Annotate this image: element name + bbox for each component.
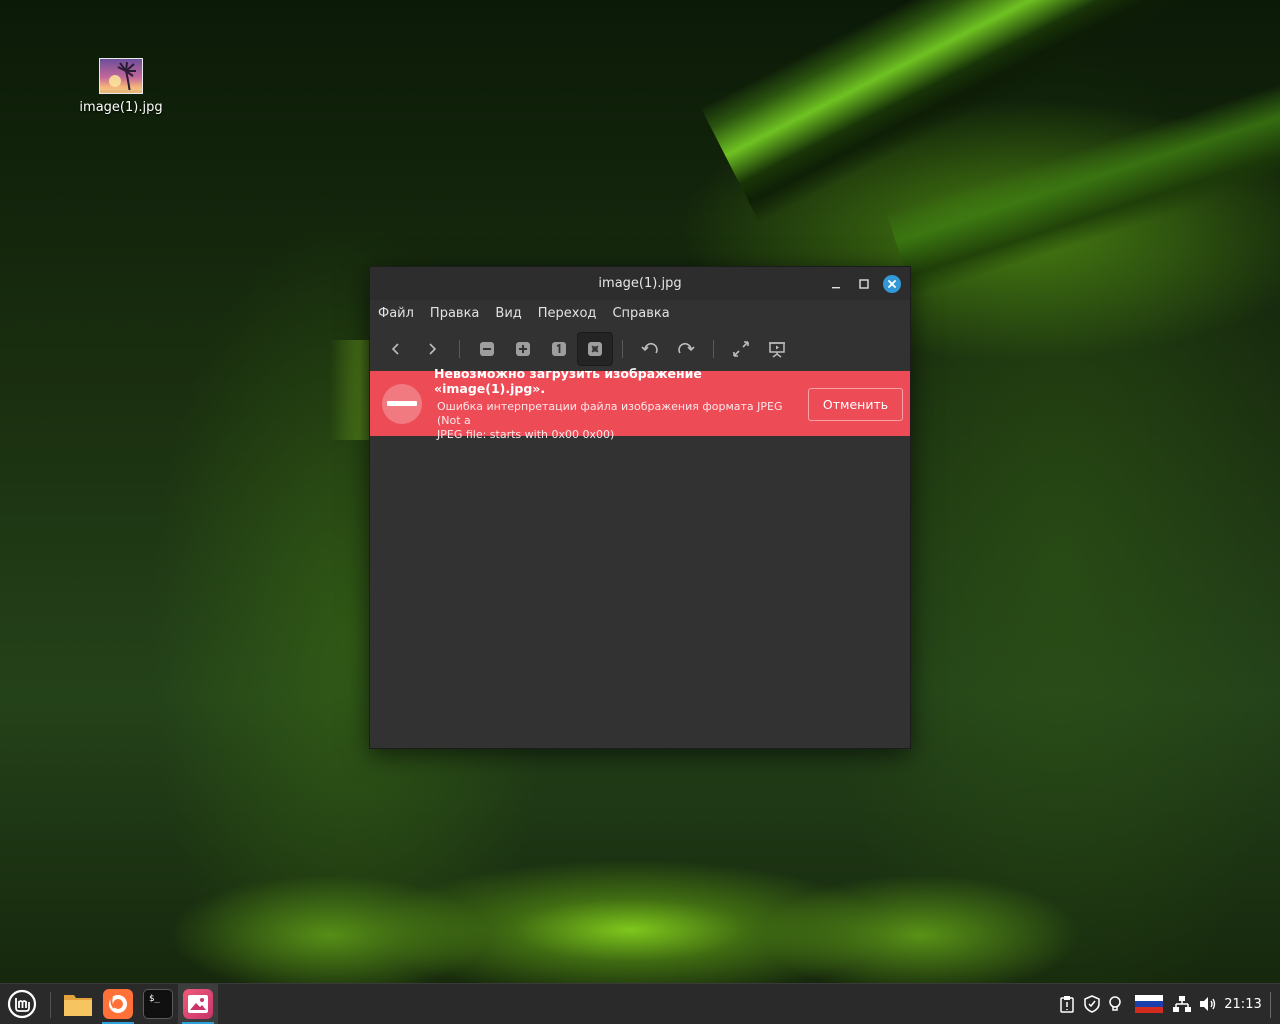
image-canvas[interactable] (370, 436, 910, 748)
network-icon (1173, 996, 1191, 1012)
russian-flag-icon (1135, 995, 1163, 1013)
image-thumbnail-icon (99, 58, 143, 94)
taskbar: $_ 21:13 (0, 983, 1280, 1024)
chevron-right-icon (429, 343, 437, 355)
fullscreen-button[interactable] (723, 332, 759, 366)
error-detail-line1: Ошибка интерпретации файла изображения ф… (437, 399, 783, 427)
show-desktop-button[interactable] (1270, 992, 1271, 1018)
files-icon (64, 995, 92, 1016)
error-infobar: Невозможно загрузить изображение «image(… (370, 366, 910, 441)
menu-help[interactable]: Справка (612, 306, 669, 321)
menu-file[interactable]: Файл (378, 306, 414, 321)
fullscreen-icon (733, 341, 749, 357)
terminal-icon: $_ (149, 994, 160, 1004)
rotate-left-icon (641, 343, 658, 354)
window-titlebar[interactable]: image(1).jpg (370, 267, 910, 300)
firefox-icon (109, 995, 127, 1013)
maximize-button[interactable] (854, 274, 874, 294)
zoom-in-icon (516, 342, 530, 356)
error-icon (382, 383, 422, 424)
mint-logo-icon (7, 989, 37, 1019)
best-fit-button[interactable] (577, 332, 613, 366)
toolbar-separator (459, 340, 460, 358)
tray-network[interactable] (1171, 984, 1193, 1024)
desktop-icon-image-file[interactable]: image(1).jpg (76, 58, 166, 115)
taskbar-image-viewer[interactable] (178, 984, 218, 1024)
image-viewer-icon (188, 995, 208, 1013)
toolbar (370, 327, 910, 371)
toolbar-separator (622, 340, 623, 358)
cancel-button[interactable]: Отменить (808, 388, 903, 421)
zoom-in-button[interactable] (505, 332, 541, 366)
tray-clipboard[interactable] (1057, 984, 1077, 1024)
clipboard-icon (1060, 996, 1074, 1013)
error-title: Невозможно загрузить изображение «image(… (434, 365, 702, 396)
window-title: image(1).jpg (598, 276, 682, 291)
taskbar-files[interactable] (58, 984, 98, 1024)
shield-icon (1084, 995, 1100, 1013)
zoom-normal-button[interactable] (541, 332, 577, 366)
menu-button[interactable] (2, 984, 42, 1024)
toolbar-separator (713, 340, 714, 358)
close-button[interactable] (882, 274, 902, 294)
taskbar-terminal[interactable]: $_ (138, 984, 178, 1024)
menubar: Файл Правка Вид Переход Справка (370, 300, 910, 327)
lightbulb-icon (1109, 996, 1121, 1011)
minimize-icon (832, 287, 840, 289)
slideshow-icon (769, 342, 785, 358)
zoom-out-button[interactable] (469, 332, 505, 366)
volume-icon (1200, 997, 1216, 1011)
zoom-out-icon (480, 342, 494, 356)
previous-button[interactable] (378, 332, 414, 366)
menu-edit[interactable]: Правка (430, 306, 479, 321)
menu-view[interactable]: Вид (495, 306, 521, 321)
rotate-right-button[interactable] (668, 332, 704, 366)
chevron-left-icon (391, 343, 399, 355)
tray-update-shield[interactable] (1081, 984, 1103, 1024)
clock-time: 21:13 (1224, 996, 1262, 1012)
rotate-left-button[interactable] (632, 332, 668, 366)
minimize-button[interactable] (826, 274, 846, 294)
svg-text:$_: $_ (149, 994, 160, 1004)
menu-go[interactable]: Переход (538, 306, 597, 321)
close-icon (888, 280, 896, 288)
next-button[interactable] (414, 332, 450, 366)
zoom-original-icon (552, 342, 566, 356)
desktop-icon-label: image(1).jpg (79, 100, 163, 115)
maximize-icon (859, 279, 869, 289)
taskbar-firefox[interactable] (98, 984, 138, 1024)
tray-redshift[interactable] (1106, 984, 1124, 1024)
zoom-fit-icon (588, 342, 602, 356)
tray-keyboard-layout[interactable] (1134, 984, 1164, 1024)
tray-volume[interactable] (1197, 984, 1219, 1024)
tray-clock[interactable]: 21:13 (1222, 984, 1264, 1024)
image-viewer-window: image(1).jpg Файл Правка Вид Переход Спр… (369, 266, 911, 749)
rotate-right-icon (678, 343, 695, 354)
slideshow-button[interactable] (759, 332, 795, 366)
